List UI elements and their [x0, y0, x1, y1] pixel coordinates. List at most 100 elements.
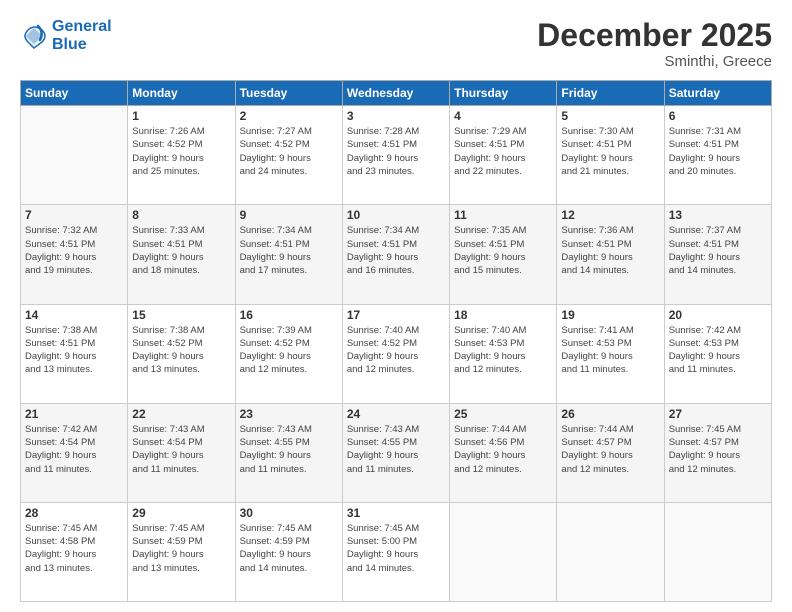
day-number: 15 — [132, 308, 230, 322]
calendar-cell: 18 Sunrise: 7:40 AM Sunset: 4:53 PM Dayli… — [450, 304, 557, 403]
weekday-header: Wednesday — [342, 81, 449, 106]
day-number: 26 — [561, 407, 659, 421]
day-number: 25 — [454, 407, 552, 421]
weekday-header: Tuesday — [235, 81, 342, 106]
calendar-cell: 16Sunrise: 7:39 AM Sunset: 4:52 PM Dayli… — [235, 304, 342, 403]
calendar-header: SundayMondayTuesdayWednesdayThursdayFrid… — [21, 81, 772, 106]
day-info: Sunrise: 7:34 AM Sunset: 4:51 PM Dayligh… — [240, 224, 338, 277]
day-info: Sunrise: 7:28 AM Sunset: 4:51 PM Dayligh… — [347, 125, 445, 178]
day-info: Sunrise: 7:32 AM Sunset: 4:51 PM Dayligh… — [25, 224, 123, 277]
calendar-cell — [557, 502, 664, 601]
weekday-header: Friday — [557, 81, 664, 106]
day-number: 18 — [454, 308, 552, 322]
calendar-cell: 22 Sunrise: 7:43 AM Sunset: 4:54 PM Dayli… — [128, 403, 235, 502]
day-info: Sunrise: 7:40 AM Sunset: 4:52 PM Dayligh… — [347, 324, 445, 377]
day-info: Sunrise: 7:42 AM Sunset: 4:54 PM Dayligh… — [25, 423, 123, 476]
day-info: Sunrise: 7:45 AM Sunset: 4:59 PM Dayligh… — [132, 522, 230, 575]
day-number: 11 — [454, 208, 552, 222]
calendar-cell: 31 Sunrise: 7:45 AM Sunset: 5:00 PM Dayli… — [342, 502, 449, 601]
day-info: Sunrise: 7:38 AM Sunset: 4:52 PM Dayligh… — [132, 324, 230, 377]
calendar-cell: 26 Sunrise: 7:44 AM Sunset: 4:57 PM Dayli… — [557, 403, 664, 502]
logo: General Blue — [20, 18, 112, 53]
calendar-cell: 25 Sunrise: 7:44 AM Sunset: 4:56 PM Dayli… — [450, 403, 557, 502]
calendar-week: 14 Sunrise: 7:38 AM Sunset: 4:51 PM Dayli… — [21, 304, 772, 403]
day-number: 22 — [132, 407, 230, 421]
day-info: Sunrise: 7:35 AM Sunset: 4:51 PM Dayligh… — [454, 224, 552, 277]
day-info: Sunrise: 7:44 AM Sunset: 4:56 PM Dayligh… — [454, 423, 552, 476]
logo-blue: Blue — [52, 36, 87, 53]
calendar-cell: 10Sunrise: 7:34 AM Sunset: 4:51 PM Dayli… — [342, 205, 449, 304]
calendar-cell: 11 Sunrise: 7:35 AM Sunset: 4:51 PM Dayli… — [450, 205, 557, 304]
day-info: Sunrise: 7:45 AM Sunset: 4:57 PM Dayligh… — [669, 423, 767, 476]
calendar-week: 7 Sunrise: 7:32 AM Sunset: 4:51 PM Daylig… — [21, 205, 772, 304]
calendar-body: 1Sunrise: 7:26 AM Sunset: 4:52 PM Daylig… — [21, 106, 772, 602]
calendar-cell: 30 Sunrise: 7:45 AM Sunset: 4:59 PM Dayli… — [235, 502, 342, 601]
calendar-cell: 14 Sunrise: 7:38 AM Sunset: 4:51 PM Dayli… — [21, 304, 128, 403]
day-number: 31 — [347, 506, 445, 520]
day-info: Sunrise: 7:44 AM Sunset: 4:57 PM Dayligh… — [561, 423, 659, 476]
calendar-week: 28Sunrise: 7:45 AM Sunset: 4:58 PM Dayli… — [21, 502, 772, 601]
calendar-cell: 2Sunrise: 7:27 AM Sunset: 4:52 PM Daylig… — [235, 106, 342, 205]
day-number: 19 — [561, 308, 659, 322]
day-info: Sunrise: 7:36 AM Sunset: 4:51 PM Dayligh… — [561, 224, 659, 277]
calendar-cell: 17 Sunrise: 7:40 AM Sunset: 4:52 PM Dayli… — [342, 304, 449, 403]
day-number: 3 — [347, 109, 445, 123]
day-info: Sunrise: 7:30 AM Sunset: 4:51 PM Dayligh… — [561, 125, 659, 178]
day-number: 27 — [669, 407, 767, 421]
day-info: Sunrise: 7:41 AM Sunset: 4:53 PM Dayligh… — [561, 324, 659, 377]
day-number: 23 — [240, 407, 338, 421]
calendar-cell — [21, 106, 128, 205]
calendar: SundayMondayTuesdayWednesdayThursdayFrid… — [20, 80, 772, 602]
calendar-cell: 13 Sunrise: 7:37 AM Sunset: 4:51 PM Dayli… — [664, 205, 771, 304]
day-number: 20 — [669, 308, 767, 322]
weekday-header: Monday — [128, 81, 235, 106]
day-info: Sunrise: 7:43 AM Sunset: 4:55 PM Dayligh… — [347, 423, 445, 476]
day-info: Sunrise: 7:33 AM Sunset: 4:51 PM Dayligh… — [132, 224, 230, 277]
calendar-cell: 27 Sunrise: 7:45 AM Sunset: 4:57 PM Dayli… — [664, 403, 771, 502]
day-info: Sunrise: 7:42 AM Sunset: 4:53 PM Dayligh… — [669, 324, 767, 377]
day-number: 10 — [347, 208, 445, 222]
weekday-header: Sunday — [21, 81, 128, 106]
logo-general: General — [52, 18, 112, 35]
day-number: 28 — [25, 506, 123, 520]
day-number: 5 — [561, 109, 659, 123]
weekday-header: Thursday — [450, 81, 557, 106]
day-info: Sunrise: 7:40 AM Sunset: 4:53 PM Dayligh… — [454, 324, 552, 377]
day-number: 9 — [240, 208, 338, 222]
day-number: 17 — [347, 308, 445, 322]
day-info: Sunrise: 7:39 AM Sunset: 4:52 PM Dayligh… — [240, 324, 338, 377]
day-number: 4 — [454, 109, 552, 123]
calendar-week: 21 Sunrise: 7:42 AM Sunset: 4:54 PM Dayli… — [21, 403, 772, 502]
calendar-cell — [664, 502, 771, 601]
day-info: Sunrise: 7:31 AM Sunset: 4:51 PM Dayligh… — [669, 125, 767, 178]
day-number: 6 — [669, 109, 767, 123]
calendar-cell: 9 Sunrise: 7:34 AM Sunset: 4:51 PM Daylig… — [235, 205, 342, 304]
weekday-header: Saturday — [664, 81, 771, 106]
calendar-cell: 8Sunrise: 7:33 AM Sunset: 4:51 PM Daylig… — [128, 205, 235, 304]
day-info: Sunrise: 7:27 AM Sunset: 4:52 PM Dayligh… — [240, 125, 338, 178]
calendar-cell: 23 Sunrise: 7:43 AM Sunset: 4:55 PM Dayli… — [235, 403, 342, 502]
page: General Blue December 2025 Sminthi, Gree… — [0, 0, 792, 612]
calendar-cell: 28Sunrise: 7:45 AM Sunset: 4:58 PM Dayli… — [21, 502, 128, 601]
calendar-cell: 3 Sunrise: 7:28 AM Sunset: 4:51 PM Daylig… — [342, 106, 449, 205]
day-number: 30 — [240, 506, 338, 520]
calendar-cell: 29 Sunrise: 7:45 AM Sunset: 4:59 PM Dayli… — [128, 502, 235, 601]
day-number: 7 — [25, 208, 123, 222]
day-info: Sunrise: 7:38 AM Sunset: 4:51 PM Dayligh… — [25, 324, 123, 377]
calendar-week: 1Sunrise: 7:26 AM Sunset: 4:52 PM Daylig… — [21, 106, 772, 205]
day-info: Sunrise: 7:43 AM Sunset: 4:54 PM Dayligh… — [132, 423, 230, 476]
logo-text: General Blue — [52, 18, 112, 53]
day-info: Sunrise: 7:43 AM Sunset: 4:55 PM Dayligh… — [240, 423, 338, 476]
day-number: 14 — [25, 308, 123, 322]
day-number: 1 — [132, 109, 230, 123]
title-block: December 2025 Sminthi, Greece — [537, 18, 772, 70]
day-number: 21 — [25, 407, 123, 421]
day-info: Sunrise: 7:37 AM Sunset: 4:51 PM Dayligh… — [669, 224, 767, 277]
calendar-cell: 20 Sunrise: 7:42 AM Sunset: 4:53 PM Dayli… — [664, 304, 771, 403]
day-info: Sunrise: 7:45 AM Sunset: 5:00 PM Dayligh… — [347, 522, 445, 575]
day-info: Sunrise: 7:45 AM Sunset: 4:59 PM Dayligh… — [240, 522, 338, 575]
day-number: 29 — [132, 506, 230, 520]
day-number: 13 — [669, 208, 767, 222]
header: General Blue December 2025 Sminthi, Gree… — [20, 18, 772, 70]
logo-icon — [20, 22, 48, 50]
